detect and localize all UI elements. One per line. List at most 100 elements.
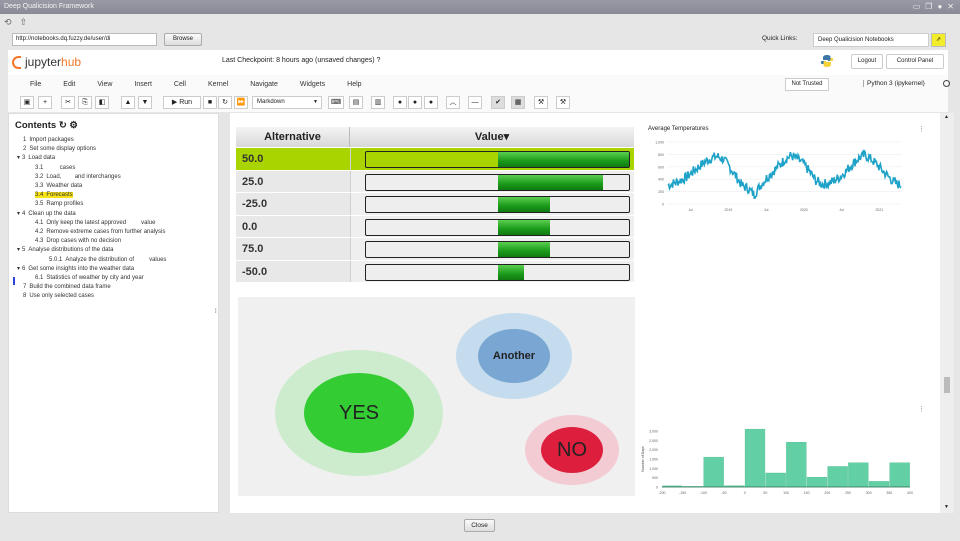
scroll-down-icon[interactable]: ▼	[944, 504, 949, 510]
browse-button[interactable]: Browse	[164, 33, 202, 46]
close-window-icon[interactable]: ✕	[947, 0, 954, 14]
restore-icon[interactable]: ❐	[925, 0, 932, 14]
pin-icon[interactable]: ●	[937, 0, 942, 14]
histogram-bar[interactable]	[806, 477, 828, 488]
scroll-up-icon[interactable]: ▲	[944, 114, 949, 120]
toc-item[interactable]: ▾ 3 Load data	[17, 154, 166, 163]
cut-icon[interactable]: ✂	[61, 96, 75, 109]
toc-collapse-toggle-icon[interactable]: ▾	[17, 155, 20, 161]
wrench-settings-icon[interactable]: ⚒	[556, 96, 570, 109]
refresh-icon[interactable]: ⟲	[4, 17, 12, 28]
menu-view[interactable]: View	[97, 81, 112, 88]
scrollbar-thumb[interactable]	[944, 377, 950, 393]
toc-item[interactable]: 3.1 cases	[17, 164, 166, 173]
bubble-no[interactable]: NO	[525, 415, 619, 485]
keyboard-icon[interactable]: ⌨	[328, 96, 344, 109]
histogram-bar[interactable]	[868, 481, 890, 488]
toc-item[interactable]: 3.3 Weather data	[17, 182, 166, 191]
collapse-up-icon[interactable]: ︿	[446, 96, 460, 109]
url-input[interactable]: http://notebooks.dq.fuzzy.de/user/di	[12, 33, 157, 46]
unlock-icon[interactable]: ●	[408, 96, 422, 109]
menu-file[interactable]: File	[30, 81, 41, 88]
toc-item[interactable]: 1 Import packages	[17, 136, 166, 145]
column-header-value[interactable]: Value▾	[350, 127, 634, 147]
toc-item[interactable]: 2 Set some display options	[17, 145, 166, 154]
toc-resize-handle[interactable]: ⁞	[215, 309, 217, 315]
minimize-icon[interactable]: ▭	[913, 0, 921, 14]
line-icon[interactable]: —	[468, 96, 482, 109]
row-spacer	[350, 238, 365, 260]
menu-widgets[interactable]: Widgets	[300, 81, 325, 88]
histogram-bar[interactable]	[848, 462, 869, 488]
toc-collapse-toggle-icon[interactable]: ▾	[17, 247, 20, 253]
toc-item[interactable]: 7 Build the combined data frame	[17, 283, 166, 292]
toc-item[interactable]: ▾ 5 Analyse distributions of the data	[17, 246, 166, 255]
histogram-bar[interactable]	[889, 462, 910, 488]
paste-icon[interactable]: ◧	[95, 96, 109, 109]
histogram-bar[interactable]	[703, 456, 724, 488]
chart-icon[interactable]: ▥	[371, 96, 385, 109]
insert-cell-icon[interactable]: +	[38, 96, 52, 109]
toc-item[interactable]: 6.1 Statistics of weather by city and yea…	[17, 274, 166, 283]
column-header-alternative[interactable]: Alternative	[236, 127, 350, 147]
table-row[interactable]: 75.0	[236, 237, 634, 260]
table-row[interactable]: 50.0	[236, 147, 634, 170]
not-trusted-badge[interactable]: Not Trusted	[785, 78, 829, 91]
histogram-bar[interactable]	[827, 466, 848, 488]
toc-item[interactable]: 5.0.1 Analyze the distribution of values	[17, 256, 166, 265]
toc-item[interactable]: 4.3 Drop cases with no decision	[17, 237, 166, 246]
home-icon[interactable]: ⇧	[20, 17, 28, 28]
grid-icon[interactable]: ▦	[511, 96, 525, 109]
histogram-bar[interactable]	[744, 428, 766, 488]
control-panel-button[interactable]: Control Panel	[886, 54, 944, 69]
quick-links-go-button[interactable]: ⇗	[931, 33, 946, 47]
table-row[interactable]: 25.0	[236, 169, 634, 192]
copy-icon[interactable]: ⎘	[78, 96, 92, 109]
move-down-icon[interactable]: ▼	[138, 96, 152, 109]
bubble-yes[interactable]: YES	[275, 350, 443, 476]
jupyterhub-logo[interactable]: jupyter hub	[12, 55, 81, 69]
stop-icon[interactable]: ■	[203, 96, 217, 109]
toc-settings-icon[interactable]: ⚙	[69, 120, 78, 131]
toc-item[interactable]: 3.2 Load, and interchanges	[17, 173, 166, 182]
quick-links-select[interactable]: Deep Qualicision Notebooks	[813, 33, 929, 47]
toc-item[interactable]: 4.2 Remove extreme cases from further ana…	[17, 228, 166, 237]
move-up-icon[interactable]: ▲	[121, 96, 135, 109]
toc-collapse-toggle-icon[interactable]: ▾	[17, 211, 20, 217]
toc-item[interactable]: 3.4 Forecasts	[17, 191, 166, 200]
menu-edit[interactable]: Edit	[63, 81, 75, 88]
menu-kernel[interactable]: Kernel	[208, 81, 228, 88]
toc-item[interactable]: 8 Use only selected cases	[17, 292, 166, 301]
menu-insert[interactable]: Insert	[134, 81, 152, 88]
save-icon[interactable]: ▣	[20, 96, 34, 109]
bubble-another[interactable]: Another	[456, 313, 572, 399]
histogram-bar[interactable]	[765, 472, 786, 488]
toc-item[interactable]: 3.5 Ramp profiles	[17, 200, 166, 209]
document-icon[interactable]: ▤	[349, 96, 363, 109]
close-button[interactable]: Close	[464, 519, 495, 532]
logout-button[interactable]: Logout	[851, 54, 883, 69]
temperature-chart-menu-icon[interactable]: ⋮	[918, 125, 925, 133]
wrench-icon[interactable]: ⚒	[534, 96, 548, 109]
menu-navigate[interactable]: Navigate	[250, 81, 278, 88]
vertical-scrollbar[interactable]: ▲ ▼	[940, 113, 954, 513]
histogram-bar[interactable]	[786, 442, 807, 488]
table-row[interactable]: 0.0	[236, 214, 634, 237]
toc-item[interactable]: ▾ 6 Get some insights into the weather dat…	[17, 265, 166, 274]
toc-item[interactable]: 4.1 Only keep the latest approved value	[17, 219, 166, 228]
lock-icon[interactable]: ●	[393, 96, 407, 109]
record-icon[interactable]: ●	[424, 96, 438, 109]
run-button[interactable]: ▶ Run	[163, 96, 201, 109]
toc-refresh-icon[interactable]: ↻	[59, 120, 67, 131]
cell-type-select[interactable]: Markdown ▼	[252, 96, 322, 109]
histogram-menu-icon[interactable]: ⋮	[918, 405, 925, 413]
restart-icon[interactable]: ↻	[218, 96, 232, 109]
check-icon[interactable]: ✔	[491, 96, 505, 109]
menu-help[interactable]: Help	[347, 81, 361, 88]
toc-collapse-toggle-icon[interactable]: ▾	[17, 266, 20, 272]
toc-item[interactable]: ▾ 4 Clean up the data	[17, 210, 166, 219]
table-row[interactable]: -50.0	[236, 259, 634, 282]
run-all-icon[interactable]: ⏩	[234, 96, 248, 109]
table-row[interactable]: -25.0	[236, 192, 634, 215]
menu-cell[interactable]: Cell	[174, 81, 186, 88]
